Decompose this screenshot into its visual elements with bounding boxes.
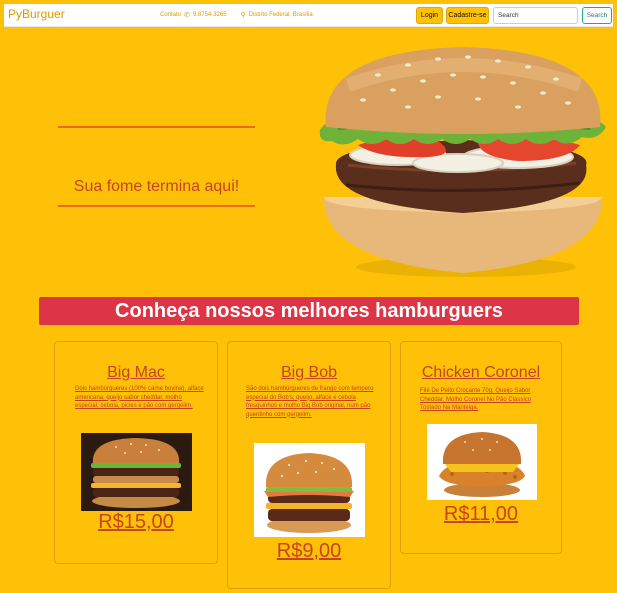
signup-button[interactable]: Cadastre-se (446, 7, 489, 24)
search-button[interactable]: Search (582, 7, 612, 24)
contact-label: Contato (160, 12, 182, 18)
login-button[interactable]: Login (416, 7, 443, 24)
hero-divider-bottom (58, 205, 255, 207)
product-price[interactable]: R$11,00 (401, 503, 561, 526)
product-card-big-bob[interactable]: Big Bob São dois hambúrgueres de frango … (227, 341, 391, 589)
product-name[interactable]: Big Bob (228, 364, 390, 382)
product-card-chicken-coronel[interactable]: Chicken Coronel Filé De Peito Crocante 7… (400, 341, 562, 554)
map-pin-icon: ⚲ (240, 12, 246, 19)
hero-burger-image (319, 47, 606, 277)
location-text: Distrito Federal, Brasília (248, 12, 313, 18)
search-input[interactable] (493, 7, 578, 24)
product-description[interactable]: São dois hambúrgueres de frango com temp… (246, 385, 376, 419)
product-price[interactable]: R$9,00 (228, 540, 390, 563)
product-description[interactable]: Dois hambúrgueres (100% carne bovina), a… (75, 385, 205, 411)
product-card-big-mac[interactable]: Big Mac Dois hambúrgueres (100% carne bo… (54, 341, 218, 564)
product-price[interactable]: R$15,00 (55, 511, 217, 534)
whatsapp-icon: ✆ (184, 12, 190, 19)
product-name[interactable]: Chicken Coronel (401, 364, 561, 382)
product-image (427, 424, 537, 500)
product-name[interactable]: Big Mac (55, 364, 217, 382)
section-title: Conheça nossos melhores hamburguers (39, 297, 579, 325)
product-image (254, 443, 365, 537)
hero-tagline: Sua fome termina aqui! (73, 178, 240, 195)
phone-number: 9.8754-3265 (192, 12, 227, 18)
top-navbar: PyBurguer Contato ✆ 9.8754-3265 ⚲ Distri… (4, 4, 613, 27)
brand-logo[interactable]: PyBurguer (8, 7, 65, 21)
hero-divider-top (58, 126, 255, 128)
product-description[interactable]: Filé De Peito Crocante 70g, Queijo Sabor… (420, 387, 550, 413)
product-image (81, 433, 192, 511)
contact-info: Contato ✆ 9.8754-3265 ⚲ Distrito Federal… (160, 11, 313, 19)
